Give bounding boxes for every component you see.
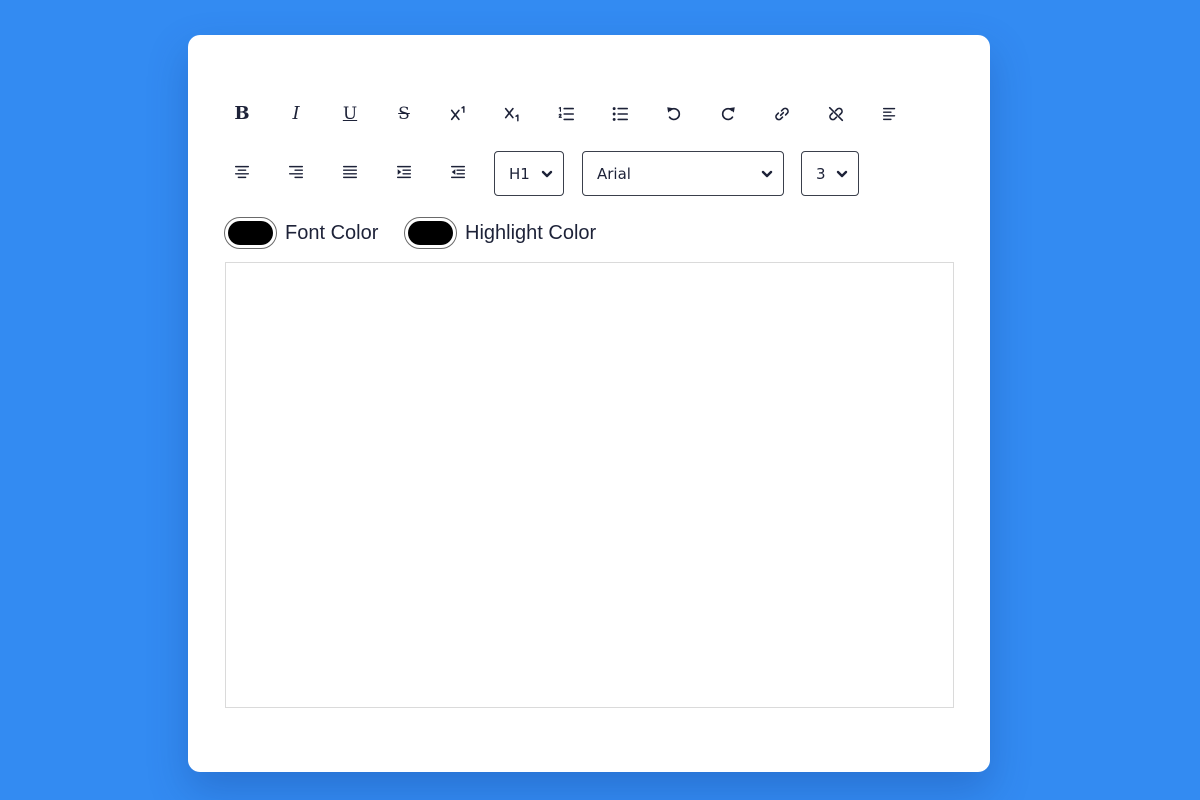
indent-icon <box>396 165 412 179</box>
subscript-button[interactable] <box>496 98 528 130</box>
unlink-icon <box>828 106 844 122</box>
font-family-select[interactable]: Arial <box>582 151 784 196</box>
align-center-icon <box>234 165 250 179</box>
highlight-color-label: Highlight Color <box>465 221 597 244</box>
chevron-down-icon <box>541 170 553 177</box>
redo-button[interactable] <box>712 98 744 130</box>
undo-button[interactable] <box>658 98 690 130</box>
bold-icon: B <box>234 103 250 124</box>
strikethrough-button[interactable]: S <box>388 98 420 130</box>
font-color-group: Font Color <box>224 216 378 250</box>
redo-icon <box>721 107 735 121</box>
align-left-icon <box>882 107 896 121</box>
font-color-picker[interactable] <box>224 217 277 249</box>
bold-button[interactable]: B <box>226 98 258 130</box>
heading-select-value: H1 <box>509 164 530 183</box>
ordered-list-icon <box>558 106 575 121</box>
link-icon <box>775 107 789 121</box>
heading-select[interactable]: H1 <box>494 151 564 196</box>
underline-button[interactable]: U <box>334 98 366 130</box>
unlink-button[interactable] <box>820 98 852 130</box>
superscript-icon <box>450 106 465 121</box>
unordered-list-button[interactable] <box>604 98 636 130</box>
align-right-icon <box>288 165 304 179</box>
strikethrough-icon: S <box>398 103 410 124</box>
align-right-button[interactable] <box>280 156 312 188</box>
indent-button[interactable] <box>388 156 420 188</box>
unordered-list-icon <box>612 107 629 121</box>
highlight-color-group: Highlight Color <box>404 216 596 250</box>
font-color-label: Font Color <box>285 221 379 244</box>
superscript-button[interactable] <box>442 98 474 130</box>
editor-card: B I U S H1 Arial 3 Font Color Highlight … <box>188 35 990 772</box>
editor-content-area[interactable] <box>225 262 954 708</box>
underline-icon: U <box>342 103 358 124</box>
undo-icon <box>667 107 681 121</box>
align-center-button[interactable] <box>226 156 258 188</box>
highlight-color-picker[interactable] <box>404 217 457 249</box>
font-family-select-value: Arial <box>597 164 631 183</box>
justify-icon <box>342 165 358 179</box>
font-color-swatch <box>228 221 273 245</box>
font-size-select[interactable]: 3 <box>801 151 859 196</box>
chevron-down-icon <box>761 170 773 177</box>
italic-icon: I <box>292 103 300 124</box>
outdent-icon <box>450 165 466 179</box>
font-size-select-value: 3 <box>816 164 826 183</box>
outdent-button[interactable] <box>442 156 474 188</box>
highlight-color-swatch <box>408 221 453 245</box>
align-left-button[interactable] <box>874 98 906 130</box>
justify-button[interactable] <box>334 156 366 188</box>
link-button[interactable] <box>766 98 798 130</box>
chevron-down-icon <box>836 170 848 177</box>
subscript-icon <box>504 107 519 122</box>
italic-button[interactable]: I <box>280 98 312 130</box>
ordered-list-button[interactable] <box>550 98 582 130</box>
